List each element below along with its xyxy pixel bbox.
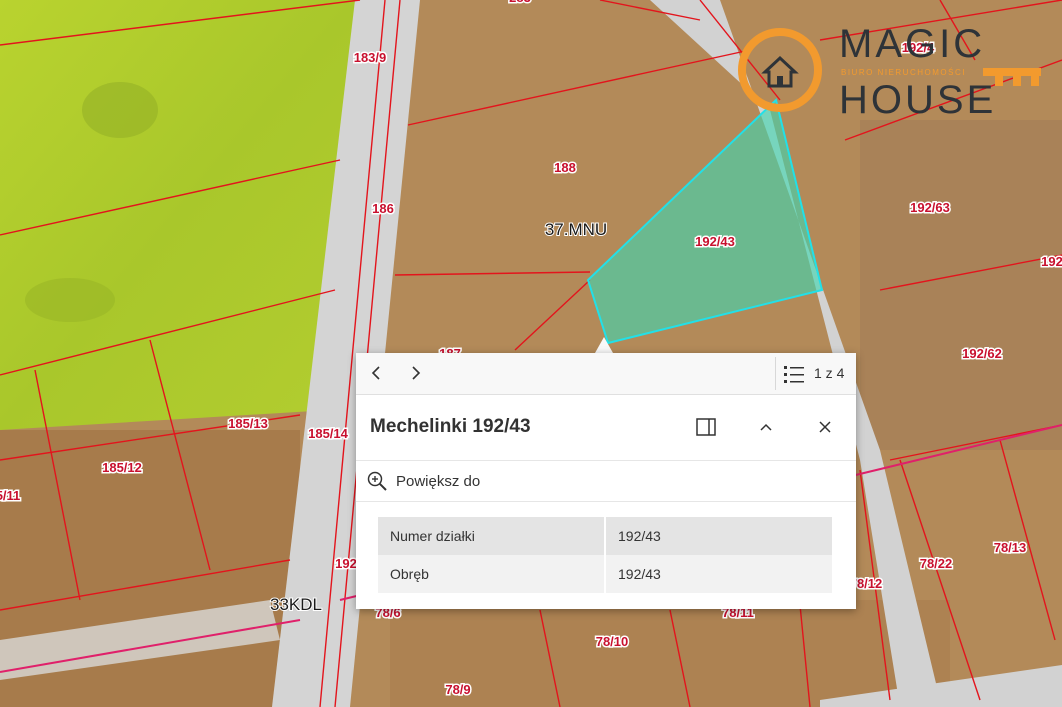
feature-popup: 1 z 4 Mechelinki 192/43 Powiększ do Nume… [356, 353, 856, 609]
popup-navigation: 1 z 4 [356, 353, 856, 395]
parcel-label: 192/63 [910, 200, 950, 215]
close-button[interactable] [812, 414, 838, 440]
zoom-to-action[interactable]: Powiększ do [356, 461, 856, 502]
chevron-up-icon [760, 423, 772, 431]
parcel-label: 192 [335, 556, 357, 571]
parcel-label: 186 [372, 201, 394, 216]
parcel-label: 78/22 [920, 556, 953, 571]
parcel-label: 78/13 [994, 540, 1027, 555]
dock-button[interactable] [693, 414, 719, 440]
zone-label: 37.MNU [545, 220, 607, 239]
tree-shadow [25, 278, 115, 322]
popup-header: Mechelinki 192/43 [356, 394, 856, 461]
chevron-left-icon [371, 366, 380, 380]
logo-tagline: BIURO NIERUCHOMOŚCI [841, 68, 966, 77]
popup-pointer [595, 337, 613, 353]
parcel-label: 192/62 [962, 346, 1002, 361]
zoom-to-label[interactable]: Powiększ do [396, 473, 480, 490]
table-row: Numer działki 192/43 [378, 517, 832, 555]
attribute-value: 192/43 [605, 517, 832, 555]
attribute-value: 192/43 [605, 555, 832, 593]
parcel-label: 185/14 [308, 426, 349, 441]
tree-shadow [82, 82, 158, 138]
parcel-label: 188 [554, 160, 576, 175]
parcel-label: 78/9 [445, 682, 470, 697]
popup-title: Mechelinki 192/43 [370, 416, 531, 437]
parcel-label: 192/43 [695, 234, 735, 249]
built-area-east [860, 120, 1062, 450]
house-key-icon [738, 28, 822, 112]
attribute-key: Obręb [378, 555, 606, 593]
previous-feature-button[interactable] [364, 361, 388, 385]
parcel-label: 283 [509, 0, 531, 5]
parcel-label: 185/13 [228, 416, 268, 431]
attribute-table: Numer działki 192/43 Obręb 192/43 [378, 517, 832, 593]
close-icon [819, 421, 831, 433]
table-row: Obręb 192/43 [378, 555, 832, 593]
nav-divider [775, 357, 776, 390]
parcel-label: 5/11 [0, 488, 20, 503]
key-bit-icon [983, 68, 1041, 86]
chevron-right-icon [412, 366, 421, 380]
next-feature-button[interactable] [404, 361, 428, 385]
collapse-button[interactable] [753, 414, 779, 440]
parcel-label: 183/9 [354, 50, 387, 65]
logo: MAGIC BIURO NIERUCHOMOŚCI HOUSE [735, 22, 1055, 122]
parcel-label: 192 [1041, 254, 1062, 269]
logo-line2: HOUSE [839, 78, 997, 122]
feature-list-icon[interactable] [784, 365, 804, 383]
attribute-key: Numer działki [378, 517, 606, 555]
zoom-in-icon [367, 471, 387, 491]
parcel-label: 78/10 [596, 634, 629, 649]
feature-counter[interactable]: 1 z 4 [814, 365, 844, 381]
parcel-label: 185/12 [102, 460, 142, 475]
dock-icon [696, 418, 716, 436]
logo-line1: MAGIC [839, 22, 986, 66]
built-area-south [390, 600, 950, 707]
green-zone [0, 0, 358, 430]
zone-label: 33KDL [270, 595, 322, 614]
